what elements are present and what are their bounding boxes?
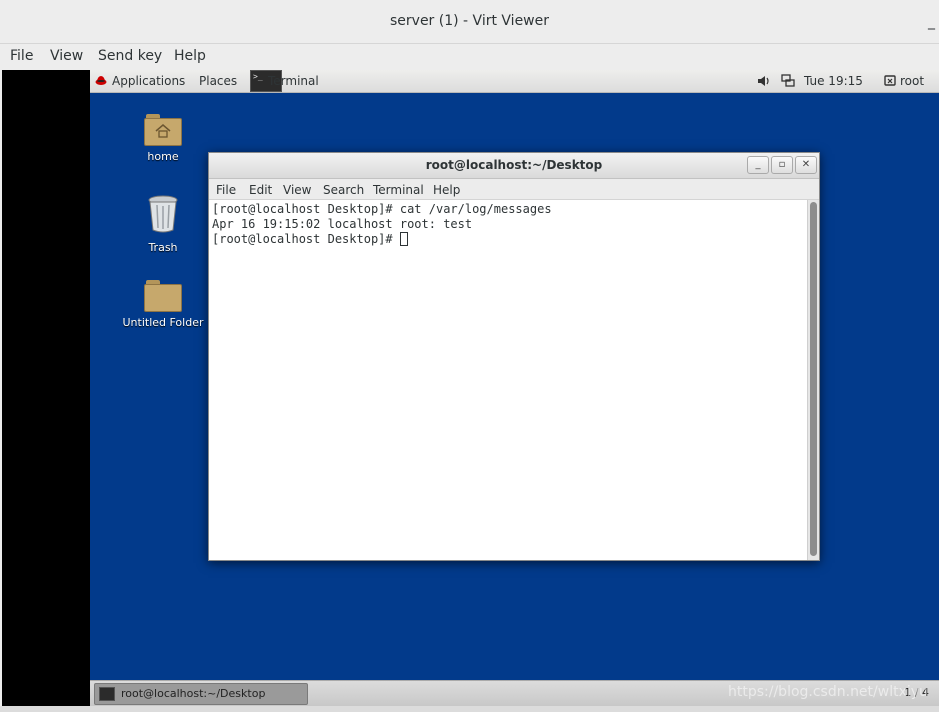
desktop-icon-trash[interactable]: Trash [118,195,208,254]
taskbar-item-label: root@localhost:~/Desktop [121,687,266,700]
terminal-menu-help[interactable]: Help [433,183,460,197]
terminal-icon [99,687,115,701]
terminal-line: Apr 16 19:15:02 localhost root: test [212,217,473,231]
scrollbar-thumb[interactable] [810,202,817,556]
viewer-bottom-edge [0,706,939,712]
terminal-prompt: [root@localhost Desktop]# [212,232,400,246]
terminal-menu-terminal[interactable]: Terminal [373,183,424,197]
volume-icon[interactable] [757,75,771,87]
terminal-scrollbar[interactable] [807,200,819,560]
menu-view[interactable]: View [50,48,83,64]
close-icon[interactable]: ✕ [795,156,817,174]
menu-file[interactable]: File [10,48,33,64]
menu-help[interactable]: Help [174,48,206,64]
terminal-menu-view[interactable]: View [283,183,311,197]
outer-menubar: File View Send key Help [0,44,939,70]
applications-menu[interactable]: Applications [112,74,185,88]
desktop-icon-home[interactable]: home [118,114,208,163]
terminal-line: [root@localhost Desktop]# cat /var/log/m… [212,202,552,216]
terminal-menu-search[interactable]: Search [323,183,364,197]
minimize-icon[interactable]: _ [747,156,769,174]
terminal-titlebar[interactable]: root@localhost:~/Desktop _ ▫ ✕ [209,153,819,179]
desktop-icon-untitled-folder[interactable]: Untitled Folder [118,280,208,329]
clock[interactable]: Tue 19:15 [804,74,863,88]
desktop-icon-label: Trash [148,241,178,254]
terminal-title: root@localhost:~/Desktop [425,158,603,172]
text-cursor [399,232,408,246]
watermark: https://blog.csdn.net/wltxiyu [728,684,928,700]
terminal-output[interactable]: [root@localhost Desktop]# cat /var/log/m… [209,200,807,560]
home-folder-icon [144,114,182,146]
gnome-top-panel: Applications Places Terminal Tue 19:15 r… [90,70,939,93]
folder-icon [144,280,182,312]
desktop-icon-label: Untitled Folder [122,316,204,329]
network-icon[interactable] [781,74,795,88]
terminal-menu-edit[interactable]: Edit [249,183,272,197]
minimize-button[interactable]: _ [928,14,935,30]
guest-desktop[interactable]: Applications Places Terminal Tue 19:15 r… [90,70,939,706]
user-icon [884,75,896,86]
places-menu[interactable]: Places [199,74,237,88]
maximize-icon[interactable]: ▫ [771,156,793,174]
terminal-task-label[interactable]: Terminal [268,74,319,88]
terminal-window[interactable]: root@localhost:~/Desktop _ ▫ ✕ File Edit… [208,152,820,561]
menu-send-key[interactable]: Send key [98,48,162,64]
trash-icon [148,195,178,233]
outer-titlebar: server (1) - Virt Viewer _ [0,0,939,44]
terminal-menubar: File Edit View Search Terminal Help [209,179,819,200]
redhat-icon [95,76,107,85]
taskbar-item-terminal[interactable]: root@localhost:~/Desktop [94,683,308,705]
window-title: server (1) - Virt Viewer [390,13,549,29]
desktop-icon-label: home [147,150,179,163]
terminal-prompt-line: [root@localhost Desktop]# [212,232,804,247]
viewer-padding [2,70,90,706]
terminal-menu-file[interactable]: File [216,183,236,197]
user-menu[interactable]: root [900,74,924,88]
